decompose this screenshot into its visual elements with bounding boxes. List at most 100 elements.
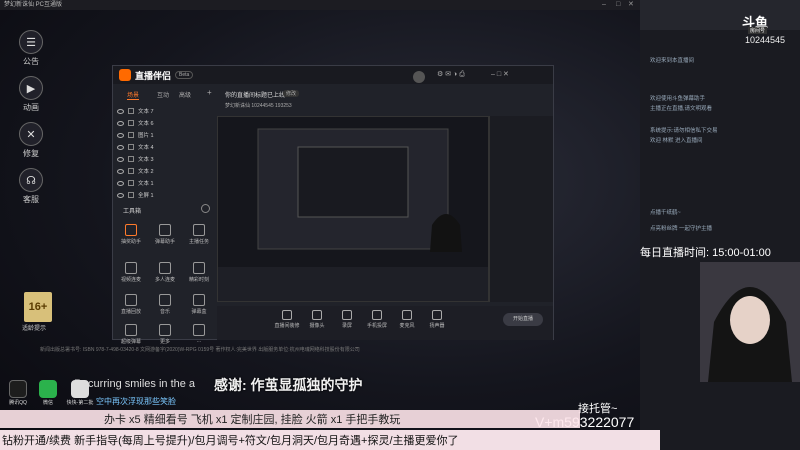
age-rating-badge: 16+	[24, 292, 52, 322]
minimize-icon[interactable]: –	[602, 0, 606, 10]
scene-label: 全屏 1	[138, 193, 154, 199]
camera-button[interactable]: 摄像头	[303, 310, 331, 329]
window-controls[interactable]: – □ ✕	[491, 70, 509, 78]
room-title[interactable]: 你的直播间标题已上线~	[225, 90, 289, 99]
decorate-button[interactable]: 直播间装修	[273, 310, 301, 329]
gift-icon	[125, 224, 137, 236]
scene-label: 文本 1	[138, 181, 154, 187]
dock-item-qq[interactable]: 腾讯QQ	[6, 380, 30, 406]
tool-lottery[interactable]: 抽奖助手	[115, 224, 147, 245]
tool-video-link[interactable]: 视频连麦	[115, 262, 147, 283]
speaker-button[interactable]: 扬声器	[423, 310, 451, 329]
bottom-tool-label: 扬声器	[429, 323, 445, 329]
stream-right-panel	[489, 116, 553, 302]
task-icon	[193, 224, 205, 236]
eye-icon[interactable]	[117, 168, 124, 174]
eye-icon[interactable]	[117, 156, 124, 162]
scene-item[interactable]: 全屏 1	[117, 190, 215, 200]
bottom-tool-label: 摄像头	[309, 323, 325, 329]
scene-label: 文本 7	[138, 109, 154, 115]
app-logo: 直播伴侣	[135, 71, 172, 81]
chat-header	[640, 0, 800, 30]
bottom-tool-label: 直播间装修	[274, 323, 300, 329]
gift-text-2: 钻粉开通/续费 新手指导(每周上号提升)/包月调号+符文/包月洞天/包月奇遇+探…	[2, 435, 459, 447]
lock-icon[interactable]	[128, 168, 134, 174]
sidebar-item-video[interactable]: ▶ 动画	[14, 76, 48, 113]
lock-icon[interactable]	[128, 108, 134, 114]
bottom-tool-label: 麦克风	[399, 323, 415, 329]
tool-super-danmaku[interactable]: 超级弹幕	[115, 324, 147, 345]
tool-label: ...	[196, 338, 202, 344]
tool-label: 视频连麦	[120, 277, 141, 283]
phone-icon	[372, 310, 382, 320]
eye-icon[interactable]	[117, 120, 124, 126]
eye-icon[interactable]	[117, 108, 124, 114]
lock-icon[interactable]	[128, 120, 134, 126]
tool-multi-link[interactable]: 多人连麦	[149, 262, 181, 283]
maximize-icon[interactable]: □	[616, 0, 620, 10]
webcam-portrait	[700, 262, 800, 382]
tab-advanced[interactable]: 高级	[179, 90, 191, 99]
sidebar-label: 修复	[23, 149, 39, 158]
sidebar-item-announcement[interactable]: ☰ 公告	[14, 30, 48, 67]
tool-replay[interactable]: 直播回放	[115, 294, 147, 315]
mobile-cast-button[interactable]: 手机投屏	[363, 310, 391, 329]
edit-title-button[interactable]: 修改	[283, 90, 300, 97]
lock-icon[interactable]	[128, 132, 134, 138]
eye-icon[interactable]	[117, 132, 124, 138]
toolbar-icons[interactable]: ⚙ ✉ ◑ ⎙	[437, 70, 465, 79]
tool-label: 直播回放	[120, 309, 141, 315]
room-meta: 梦幻新诛仙 10244545 193253	[225, 103, 292, 109]
tool-label: 超级弹幕	[120, 339, 141, 345]
eye-icon[interactable]	[117, 144, 124, 150]
tool-label: 多人连麦	[154, 277, 175, 283]
tool-extra[interactable]: ...	[183, 324, 215, 344]
stream-preview	[217, 116, 489, 302]
headset-icon: ☊	[19, 168, 43, 192]
chat-line: 点亮粉丝牌 一起守护主播	[650, 226, 713, 232]
chat-line: 系统提示:请勿相信私下交易	[650, 128, 718, 134]
tool-danmaku[interactable]: 弹幕助手	[149, 224, 181, 245]
collapse-icon[interactable]	[201, 204, 210, 213]
sidebar-item-support[interactable]: ☊ 客服	[14, 168, 48, 205]
tool-more[interactable]: 更多	[149, 324, 181, 345]
tool-highlights[interactable]: 精彩时刻	[183, 262, 215, 283]
lock-icon[interactable]	[128, 180, 134, 186]
tool-music[interactable]: 音乐	[149, 294, 181, 315]
dock-label: 微信	[42, 400, 53, 406]
age-rating-label: 适龄提示	[22, 326, 47, 332]
chat-line: 欢迎使用斗鱼弹幕助手	[650, 96, 706, 102]
more-icon	[159, 324, 171, 336]
scene-item[interactable]: 文本 4	[117, 142, 215, 152]
start-live-button[interactable]: 开始直播	[503, 313, 543, 326]
add-scene-icon[interactable]: +	[207, 88, 212, 97]
avatar[interactable]	[413, 71, 425, 83]
scene-item[interactable]: 文本 3	[117, 154, 215, 164]
video-icon: ▶	[19, 76, 43, 100]
tool-danmaku-box[interactable]: 弹幕盒	[183, 294, 215, 315]
scene-item[interactable]: 文本 6	[117, 118, 215, 128]
microphone-button[interactable]: 麦克风	[393, 310, 421, 329]
lock-icon[interactable]	[128, 192, 134, 198]
tab-interaction[interactable]: 互动	[157, 90, 169, 99]
sidebar-label: 动画	[23, 103, 39, 112]
tab-scenes[interactable]: 场景	[127, 90, 140, 100]
tool-tasks[interactable]: 主播任务	[183, 224, 215, 245]
scene-item[interactable]: 文本 7	[117, 106, 215, 116]
lock-icon[interactable]	[128, 156, 134, 162]
eye-icon[interactable]	[117, 180, 124, 186]
lock-icon[interactable]	[128, 144, 134, 150]
scene-item[interactable]: 图片 1	[117, 130, 215, 140]
webcam-feed	[700, 262, 800, 382]
eye-icon[interactable]	[117, 192, 124, 198]
scene-item[interactable]: 文本 2	[117, 166, 215, 176]
close-icon[interactable]: ✕	[628, 0, 634, 10]
sidebar-item-repair[interactable]: ✕ 修复	[14, 122, 48, 159]
scene-label: 图片 1	[138, 133, 154, 139]
qq-icon	[9, 380, 27, 398]
chat-line: 主播正在直播,请文明观看	[650, 106, 713, 112]
dock-item-wechat[interactable]: 微信	[36, 380, 60, 406]
scene-item[interactable]: 文本 1	[117, 178, 215, 188]
screen-record-button[interactable]: 录屏	[333, 310, 361, 329]
dock-label: 腾讯QQ	[9, 400, 27, 406]
